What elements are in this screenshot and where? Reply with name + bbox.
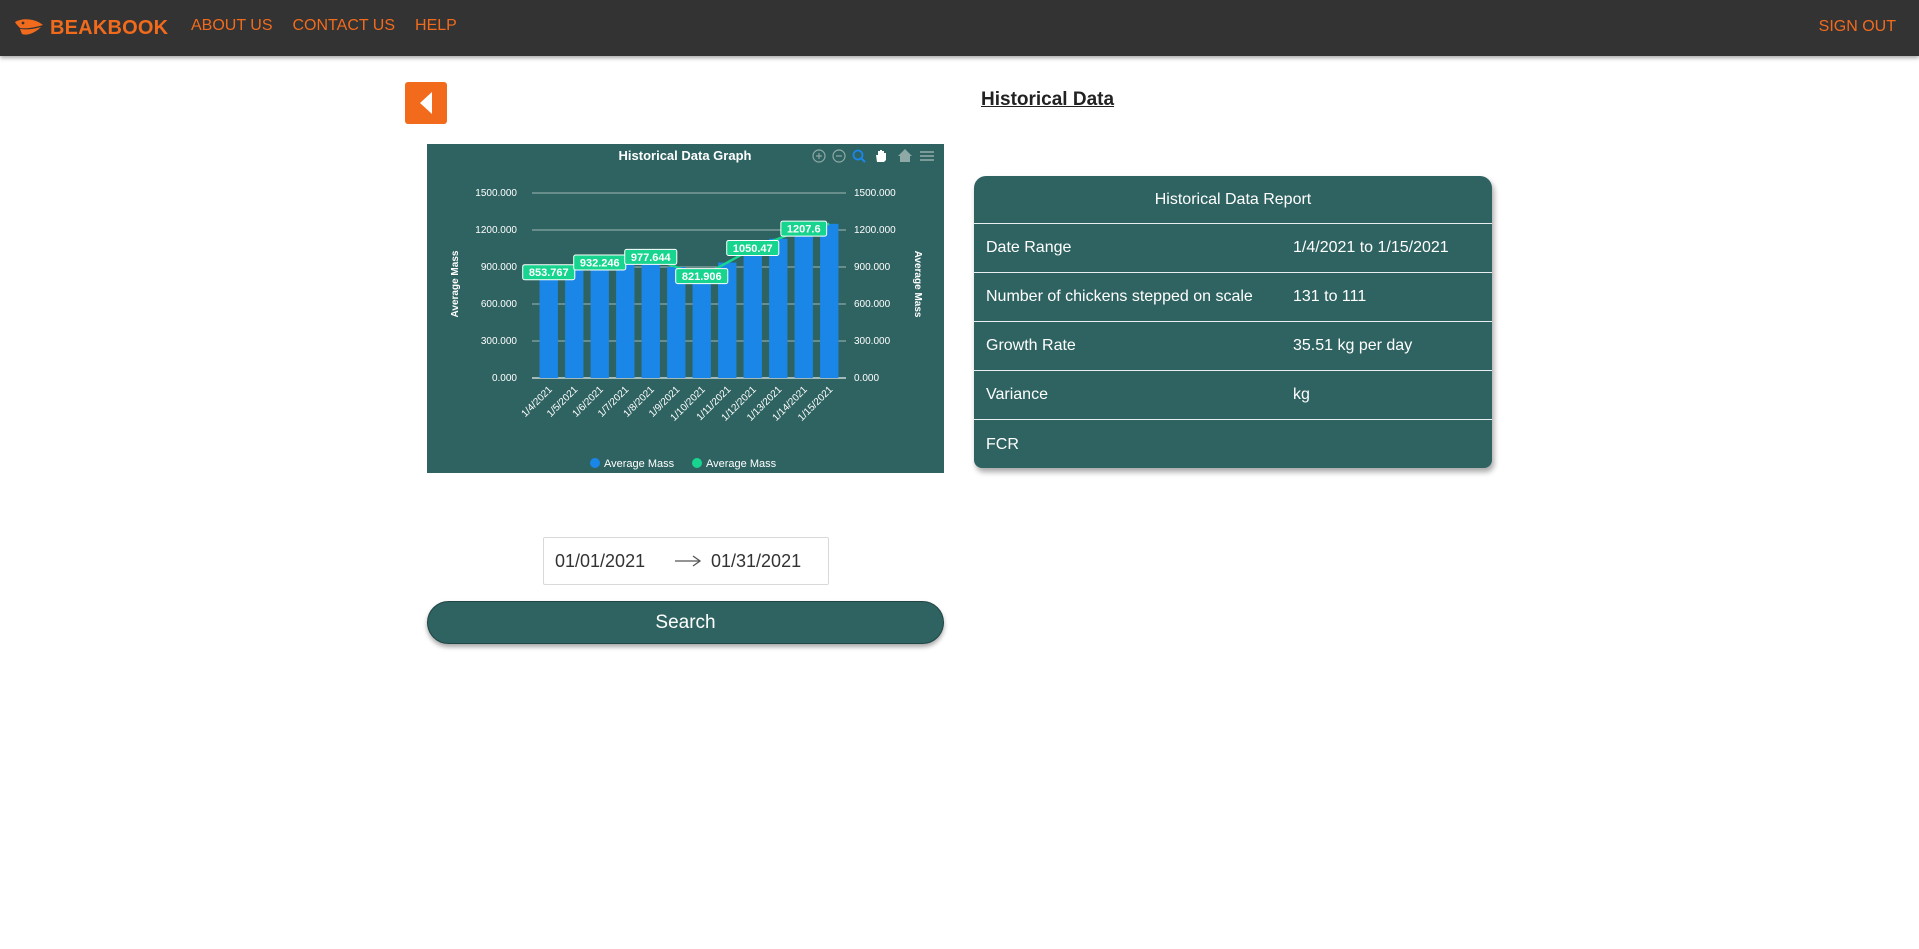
start-date-input[interactable] — [555, 550, 667, 572]
data-label: 1050.47 — [726, 239, 780, 256]
arrow-right-icon — [675, 555, 702, 567]
search-button[interactable]: Search — [427, 601, 944, 644]
nav-links: ABOUT US CONTACT US HELP — [191, 17, 457, 35]
report-label: Date Range — [986, 239, 1072, 256]
data-label: 977.644 — [624, 248, 678, 265]
y-tick-label-left: 900.000 — [481, 262, 518, 273]
page-title: Historical Data — [981, 89, 1115, 110]
zoom-out-icon[interactable] — [832, 149, 846, 163]
brand-name: BEAKBOOK — [50, 16, 169, 39]
y-tick-label-left: 600.000 — [481, 299, 518, 310]
navbar: BEAKBOOK ABOUT US CONTACT US HELP SIGN O… — [0, 0, 1919, 56]
zoom-select-icon[interactable] — [852, 149, 866, 163]
y-tick-label-right: 0.000 — [854, 373, 879, 384]
date-range-picker — [543, 537, 829, 585]
back-button[interactable] — [405, 82, 447, 124]
legend-label-bar: Average Mass — [604, 458, 675, 470]
bar[interactable] — [692, 276, 711, 378]
data-label: 1207.6 — [780, 220, 828, 237]
report-row-growth-rate: Growth Rate 35.51 kg per day — [974, 322, 1492, 371]
data-label: 821.906 — [675, 268, 729, 285]
y-tick-label-left: 1200.000 — [475, 225, 517, 236]
legend-item-bar[interactable]: Average Mass — [590, 458, 675, 470]
historical-data-report: Historical Data Report Date Range 1/4/20… — [974, 176, 1492, 468]
data-label-text: 821.906 — [682, 271, 722, 283]
data-label-text: 853.767 — [529, 267, 569, 279]
y-axis-label-right: Average Mass — [912, 251, 923, 318]
chart-canvas: 853.767 932.246 977.644 821.906 1050.47 1207.… — [450, 148, 934, 470]
report-title: Historical Data Report — [974, 176, 1492, 224]
report-row-variance: Variance kg — [974, 371, 1492, 420]
report-value: 1/4/2021 to 1/15/2021 — [1293, 239, 1449, 256]
caret-left-icon — [420, 92, 432, 114]
bar[interactable] — [565, 267, 584, 378]
bar[interactable] — [743, 248, 762, 378]
historical-data-chart: 853.767 932.246 977.644 821.906 1050.47 1207.… — [427, 144, 944, 473]
bar[interactable] — [641, 257, 660, 378]
report-row-chicken-count: Number of chickens stepped on scale 131 … — [974, 273, 1492, 322]
bar[interactable] — [794, 229, 813, 378]
y-tick-label-right: 300.000 — [854, 336, 891, 347]
sign-out-link[interactable]: SIGN OUT — [1819, 18, 1896, 36]
y-tick-label-right: 1500.000 — [854, 188, 896, 199]
nav-link-contact-us[interactable]: CONTACT US — [293, 17, 396, 35]
report-label: Number of chickens stepped on scale — [986, 288, 1253, 305]
data-label-text: 1207.6 — [787, 224, 821, 236]
report-label: Variance — [986, 386, 1048, 403]
bar[interactable] — [820, 223, 839, 378]
data-label: 853.767 — [522, 264, 576, 281]
bar[interactable] — [769, 238, 788, 378]
y-tick-label-left: 0.000 — [492, 373, 517, 384]
beak-logo-icon — [15, 19, 43, 35]
data-label-text: 977.644 — [631, 252, 672, 264]
nav-link-about-us[interactable]: ABOUT US — [191, 17, 273, 35]
pan-icon[interactable] — [876, 150, 886, 162]
y-axis-label-left: Average Mass — [450, 250, 461, 317]
bar[interactable] — [539, 272, 558, 378]
report-row-date-range: Date Range 1/4/2021 to 1/15/2021 — [974, 224, 1492, 273]
legend-item-line[interactable]: Average Mass — [692, 458, 777, 470]
y-tick-label-right: 1200.000 — [854, 225, 896, 236]
report-value: 35.51 kg per day — [1293, 337, 1413, 354]
chart-title: Historical Data Graph — [619, 148, 752, 163]
legend-label-line: Average Mass — [706, 458, 777, 470]
data-label-text: 1050.47 — [733, 243, 773, 255]
y-tick-label-left: 1500.000 — [475, 188, 517, 199]
bar[interactable] — [616, 260, 635, 378]
end-date-input[interactable] — [711, 550, 823, 572]
report-value: 131 to 111 — [1293, 288, 1367, 305]
zoom-in-icon[interactable] — [812, 149, 826, 163]
y-tick-label-right: 900.000 — [854, 262, 891, 273]
report-row-fcr: FCR — [974, 420, 1492, 468]
report-value: kg — [1293, 386, 1310, 403]
bar[interactable] — [590, 263, 609, 378]
y-tick-label-left: 300.000 — [481, 336, 518, 347]
chart-legend: Average Mass Average Mass — [590, 458, 777, 470]
chart-toolbar — [812, 149, 934, 163]
report-label: FCR — [986, 435, 1019, 453]
report-label: Growth Rate — [986, 337, 1076, 354]
brand-logo[interactable]: BEAKBOOK — [14, 14, 168, 42]
y-tick-label-right: 600.000 — [854, 299, 891, 310]
menu-icon[interactable] — [920, 151, 934, 161]
nav-link-help[interactable]: HELP — [415, 17, 457, 35]
data-label: 932.246 — [573, 254, 627, 271]
home-icon[interactable] — [898, 149, 912, 162]
data-label-text: 932.246 — [580, 258, 620, 270]
